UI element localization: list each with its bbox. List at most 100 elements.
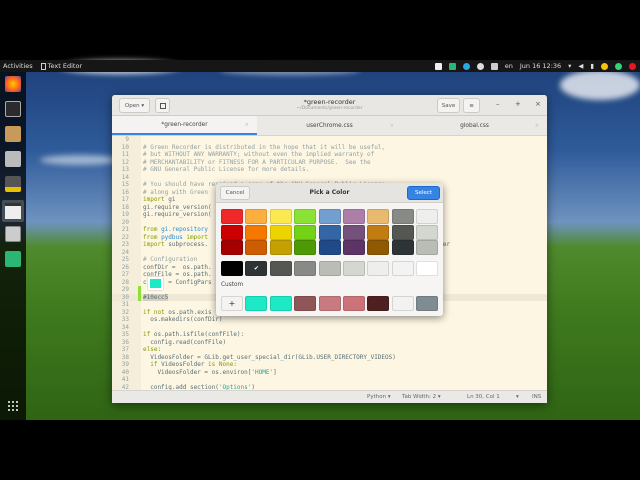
palette-swatch[interactable] bbox=[245, 209, 268, 224]
volume-icon[interactable]: ◀ bbox=[578, 62, 583, 70]
maximize-button[interactable]: + bbox=[515, 100, 521, 108]
package-installer-icon[interactable] bbox=[5, 126, 21, 142]
gray-swatch[interactable] bbox=[269, 261, 292, 276]
gray-swatch[interactable] bbox=[343, 261, 365, 276]
minimize-button[interactable]: – bbox=[496, 100, 500, 108]
code-line[interactable]: 11 # but WITHOUT ANY WARRANTY; without ev… bbox=[112, 151, 547, 159]
palette-swatch[interactable] bbox=[245, 224, 268, 240]
palette-swatch[interactable] bbox=[391, 224, 414, 240]
code-line[interactable]: 35 if os.path.isfile(confFile): bbox=[112, 331, 547, 339]
wifi-icon[interactable]: ▾ bbox=[568, 62, 571, 70]
code-line[interactable]: 39 if VideosFolder is None: bbox=[112, 361, 547, 369]
green-recorder-tray-icon[interactable] bbox=[448, 62, 456, 70]
palette-swatch[interactable] bbox=[343, 224, 365, 240]
custom-swatch[interactable] bbox=[416, 296, 439, 311]
position-dropdown-icon[interactable]: ▾ bbox=[516, 394, 519, 400]
palette-swatch[interactable] bbox=[343, 209, 365, 224]
palette-swatch[interactable] bbox=[318, 240, 341, 256]
battery-icon[interactable]: ▮ bbox=[590, 62, 594, 70]
palette-swatch[interactable] bbox=[221, 209, 243, 224]
code-line[interactable]: 36 config.read(confFile) bbox=[112, 339, 547, 347]
palette-swatch[interactable] bbox=[294, 240, 317, 256]
steam-icon[interactable] bbox=[5, 176, 21, 192]
gray-swatch[interactable] bbox=[391, 261, 414, 276]
screenshot-icon[interactable] bbox=[434, 62, 442, 70]
custom-swatch[interactable] bbox=[318, 296, 341, 311]
palette-swatch[interactable] bbox=[391, 240, 414, 256]
palette-swatch[interactable] bbox=[367, 224, 390, 240]
palette-swatch[interactable] bbox=[294, 224, 317, 240]
custom-swatch[interactable] bbox=[294, 296, 317, 311]
custom-swatch[interactable] bbox=[367, 296, 390, 311]
text-editor-icon[interactable] bbox=[2, 200, 24, 222]
code-line[interactable]: 14 bbox=[112, 174, 547, 182]
code-line[interactable]: 38 VideosFolder = GLib.get_user_special_… bbox=[112, 354, 547, 362]
green-recorder-icon[interactable] bbox=[5, 251, 21, 267]
code-line[interactable]: 40 VideosFolder = os.environ['HOME'] bbox=[112, 369, 547, 377]
palette-swatch[interactable] bbox=[269, 209, 292, 224]
palette-swatch[interactable] bbox=[367, 240, 390, 256]
keyboard-layout[interactable]: en bbox=[505, 62, 513, 70]
app-menu[interactable]: Text Editor bbox=[40, 62, 82, 70]
custom-swatch[interactable] bbox=[269, 296, 292, 311]
save-button[interactable]: Save bbox=[437, 98, 460, 113]
palette-swatch[interactable] bbox=[221, 224, 243, 240]
code-line[interactable]: 9 bbox=[112, 136, 547, 144]
code-line[interactable]: 13 # GNU General Public License for more … bbox=[112, 166, 547, 174]
palette-swatch[interactable] bbox=[416, 224, 439, 240]
close-tab-icon[interactable]: × bbox=[245, 122, 249, 128]
tab-userchrome-css[interactable]: userChrome.css × bbox=[257, 116, 402, 135]
close-tab-icon[interactable]: × bbox=[390, 123, 394, 129]
menu-button[interactable]: ≡ bbox=[463, 98, 480, 113]
custom-swatch[interactable] bbox=[245, 296, 268, 311]
code-line[interactable]: 41 bbox=[112, 376, 547, 384]
gray-swatch[interactable]: ✔ bbox=[245, 261, 268, 276]
show-applications-icon[interactable] bbox=[7, 400, 19, 412]
palette-swatch[interactable] bbox=[318, 224, 341, 240]
tab-global-css[interactable]: global.css × bbox=[402, 116, 547, 135]
palette-swatch[interactable] bbox=[245, 240, 268, 256]
close-tab-icon[interactable]: × bbox=[535, 123, 539, 129]
code-line[interactable]: 37 else: bbox=[112, 346, 547, 354]
tab-green-recorder[interactable]: *green-recorder × bbox=[112, 116, 257, 135]
select-button[interactable]: Select bbox=[407, 186, 440, 200]
custom-swatch[interactable] bbox=[391, 296, 414, 311]
custom-swatch[interactable] bbox=[343, 296, 365, 311]
activities-button[interactable]: Activities bbox=[3, 62, 33, 70]
close-button[interactable]: × bbox=[535, 100, 541, 108]
code-line[interactable]: 33 os.makedirs(confDir) bbox=[112, 316, 547, 324]
telegram-icon[interactable] bbox=[462, 62, 470, 70]
tab-width-selector[interactable]: Tab Width: 2 ▾ bbox=[402, 394, 441, 400]
gray-swatch[interactable] bbox=[221, 261, 243, 276]
terminal-icon[interactable] bbox=[5, 101, 21, 117]
palette-swatch[interactable] bbox=[318, 209, 341, 224]
steam-icon[interactable] bbox=[476, 62, 484, 70]
palette-swatch[interactable] bbox=[294, 209, 317, 224]
maximize-dot-icon[interactable] bbox=[615, 62, 622, 70]
gray-swatch[interactable] bbox=[367, 261, 390, 276]
cursor-position[interactable]: Ln 30, Col 1 bbox=[467, 394, 500, 400]
gray-swatch[interactable] bbox=[318, 261, 341, 276]
firefox-icon[interactable] bbox=[5, 76, 21, 92]
palette-swatch[interactable] bbox=[269, 240, 292, 256]
calculator-icon[interactable] bbox=[5, 226, 21, 242]
palette-swatch[interactable] bbox=[343, 240, 365, 256]
gray-swatch[interactable] bbox=[294, 261, 317, 276]
palette-swatch[interactable] bbox=[221, 240, 243, 256]
palette-swatch[interactable] bbox=[367, 209, 390, 224]
minimize-dot-icon[interactable] bbox=[601, 62, 608, 70]
code-line[interactable]: 12 # MERCHANTABILITY or FITNESS FOR A PAR… bbox=[112, 159, 547, 167]
close-dot-icon[interactable] bbox=[629, 62, 636, 70]
palette-swatch[interactable] bbox=[391, 209, 414, 224]
language-selector[interactable]: Python ▾ bbox=[367, 394, 391, 400]
code-line[interactable]: 34 bbox=[112, 324, 547, 332]
gray-swatch[interactable] bbox=[416, 261, 439, 276]
code-line[interactable]: 10 # Green Recorder is distributed in the… bbox=[112, 144, 547, 152]
palette-swatch[interactable] bbox=[269, 224, 292, 240]
clock[interactable]: Jun 16 12:36 bbox=[520, 62, 561, 70]
palette-swatch[interactable] bbox=[416, 209, 439, 224]
settings-tray-icon[interactable] bbox=[490, 62, 498, 70]
palette-swatch[interactable] bbox=[416, 240, 439, 256]
system-settings-icon[interactable] bbox=[5, 151, 21, 167]
add-custom-color-button[interactable]: + bbox=[221, 296, 243, 311]
